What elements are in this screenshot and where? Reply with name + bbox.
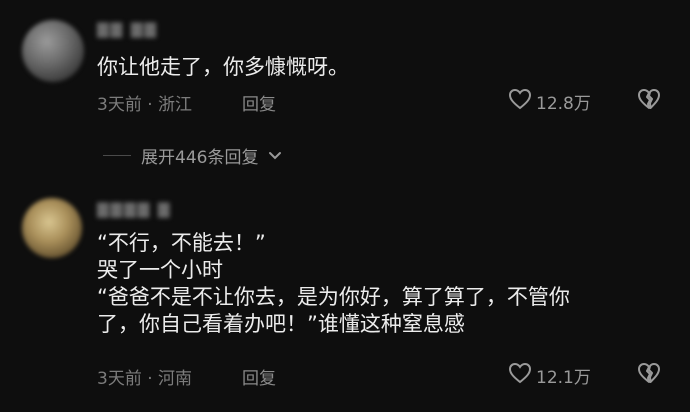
broken-heart-icon: [637, 363, 661, 388]
divider-line: [103, 155, 131, 156]
expand-replies-button[interactable]: 展开446条回复: [103, 143, 282, 168]
dislike-button[interactable]: [637, 88, 661, 114]
expand-replies-label: 展开446条回复: [141, 148, 259, 168]
dislike-button[interactable]: [637, 362, 661, 388]
heart-outline-icon: [508, 362, 532, 389]
reply-button[interactable]: 回复: [242, 364, 276, 389]
heart-outline-icon: [508, 88, 532, 115]
username-blurred[interactable]: ▇▇ ▇▇: [97, 20, 158, 38]
like-count: 12.8万: [536, 94, 591, 114]
like-count: 12.1万: [536, 368, 591, 388]
comment-time-location: 3天前 · 浙江: [97, 95, 193, 115]
comment-text: “不行，不能去！” 哭了一个小时 “爸爸不是不让你去，是为你好，算了算了，不管你…: [97, 231, 570, 336]
avatar[interactable]: [22, 198, 82, 258]
like-button[interactable]: 12.1万: [508, 362, 591, 389]
like-button[interactable]: 12.8万: [508, 88, 591, 115]
reply-button[interactable]: 回复: [242, 90, 276, 115]
comment-time-location: 3天前 · 河南: [97, 369, 193, 389]
avatar[interactable]: [22, 20, 84, 82]
username-blurred[interactable]: ▇▇▇▇ ▇: [97, 200, 171, 218]
broken-heart-icon: [637, 89, 661, 114]
chevron-down-icon: [268, 146, 282, 166]
comment-text: 你让他走了，你多慷慨呀。: [97, 55, 349, 79]
